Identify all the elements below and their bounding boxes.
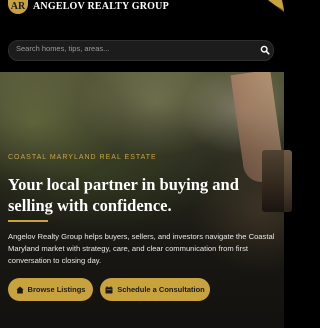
search-bar[interactable]: Search homes, tips, areas... — [8, 40, 274, 61]
menu-icon[interactable] — [266, 0, 284, 12]
search-icon[interactable] — [260, 45, 270, 55]
headline-divider — [8, 220, 48, 222]
home-icon — [15, 286, 24, 293]
browse-listings-label: Browse Listings — [27, 285, 86, 294]
hero-eyebrow: COASTAL MARYLAND REAL ESTATE — [8, 154, 157, 161]
schedule-consultation-button[interactable]: Schedule a Consultation — [100, 278, 210, 301]
search-input[interactable]: Search homes, tips, areas... — [16, 44, 109, 53]
browse-listings-button[interactable]: Browse Listings — [8, 278, 93, 301]
hero-description: Angelov Realty Group helps buyers, selle… — [8, 232, 275, 265]
brand-name[interactable]: ANGELOV REALTY GROUP — [33, 1, 169, 12]
logo-badge[interactable]: AR — [8, 0, 28, 14]
calendar-icon — [105, 285, 113, 293]
schedule-consultation-label: Schedule a Consultation — [117, 285, 205, 294]
hero-headline: Your local partner in buying and selling… — [8, 175, 239, 215]
site-header: AR ANGELOV REALTY GROUP Search homes, ti… — [0, 0, 284, 72]
